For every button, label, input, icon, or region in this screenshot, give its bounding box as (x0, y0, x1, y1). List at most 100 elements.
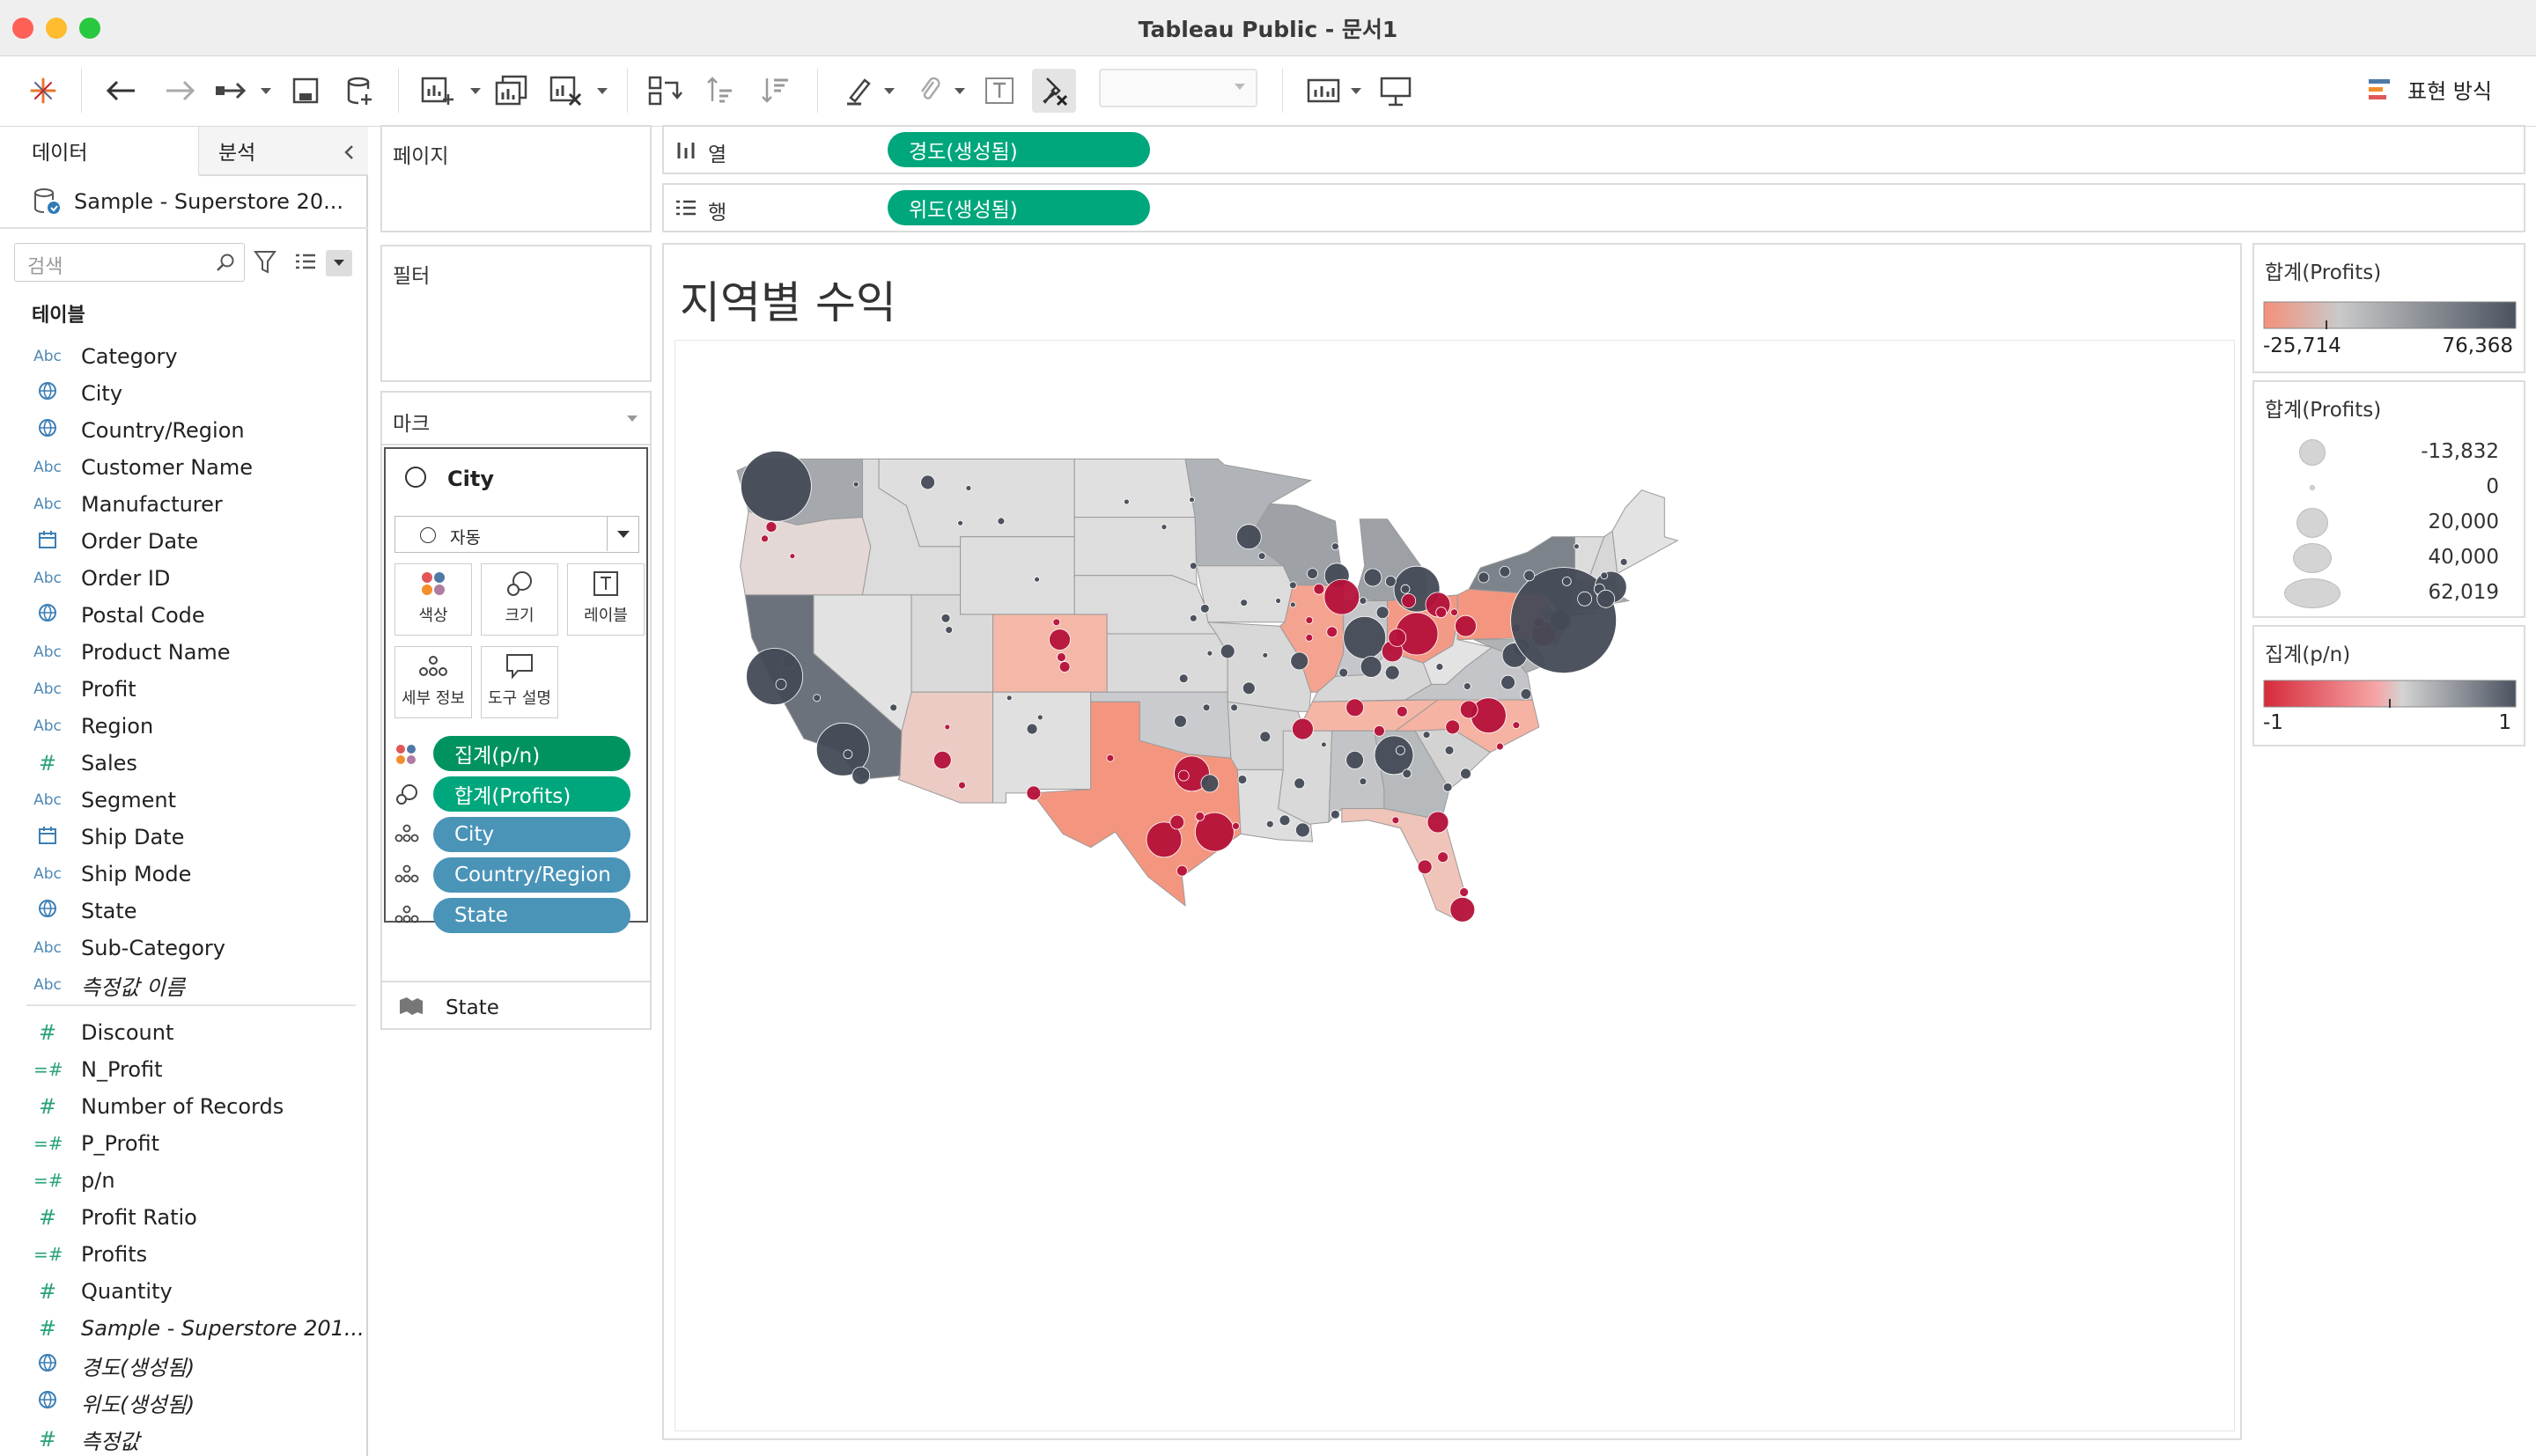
fit-dropdown[interactable] (1099, 69, 1257, 107)
field-category[interactable]: Abc Category (33, 338, 178, 375)
city-mark (1359, 597, 1368, 605)
field-order-date[interactable]: Order Date (33, 523, 198, 560)
save-icon[interactable] (284, 69, 328, 113)
field-manufacturer[interactable]: Abc Manufacturer (33, 486, 223, 523)
field-state[interactable]: State (33, 893, 137, 930)
field-측정값-이름[interactable]: Abc 측정값 이름 (33, 967, 185, 1004)
city-mark (741, 450, 812, 522)
tab-analysis[interactable]: 분석 (199, 127, 368, 176)
redo-icon[interactable] (158, 69, 203, 113)
presentation-mode-icon[interactable] (1374, 69, 1418, 113)
city-mark (1400, 584, 1411, 594)
sort-descending-icon[interactable] (754, 69, 798, 113)
chevron-down-icon[interactable] (470, 88, 481, 94)
field-profit-ratio[interactable]: # Profit Ratio (33, 1199, 197, 1236)
pn-color-legend[interactable]: 집계(p/n) -1 1 (2252, 625, 2525, 746)
tab-data[interactable]: 데이터 (0, 127, 199, 176)
field-sales[interactable]: # Sales (33, 745, 137, 782)
profit-size-legend[interactable]: 합계(Profits) -13,832 0 20,000 40,000 62,019 (2252, 380, 2525, 618)
columns-pill[interactable]: 경도(생성됨) (888, 132, 1150, 167)
size-legend-item: -13,832 (2254, 435, 2518, 470)
field-n-profit[interactable]: =# N_Profit (33, 1051, 163, 1088)
duplicate-sheet-icon[interactable] (490, 69, 534, 113)
search-input[interactable]: 검색 (14, 243, 245, 282)
field-위도-생성됨[interactable]: 위도(생성됨) (33, 1384, 195, 1421)
tooltip-button[interactable]: 도구 설명 (481, 646, 558, 718)
tableau-logo-icon[interactable] (21, 69, 65, 113)
group-members-icon[interactable] (907, 69, 951, 113)
new-worksheet-icon[interactable] (416, 69, 460, 113)
number-type-icon: # (38, 1094, 57, 1119)
field-ship-date[interactable]: Ship Date (33, 819, 184, 856)
field-product-name[interactable]: Abc Product Name (33, 634, 230, 671)
replay-icon[interactable] (211, 69, 255, 113)
chevron-down-icon[interactable] (884, 88, 895, 94)
swap-rows-columns-icon[interactable] (643, 69, 687, 113)
field-profits[interactable]: =# Profits (33, 1236, 147, 1273)
fix-axes-icon[interactable] (1032, 69, 1076, 113)
field-segment[interactable]: Abc Segment (33, 782, 176, 819)
field-sub-category[interactable]: Abc Sub-Category (33, 930, 225, 967)
field-region[interactable]: Abc Region (33, 708, 153, 745)
city-mark (1460, 768, 1471, 780)
city-mark (843, 749, 853, 760)
chevron-down-icon[interactable] (261, 88, 271, 94)
rows-pill[interactable]: 위도(생성됨) (888, 190, 1150, 225)
city-mark (1500, 674, 1515, 690)
color-button[interactable]: 색상 (394, 563, 472, 636)
field-p-profit[interactable]: =# P_Profit (33, 1125, 159, 1162)
list-view-icon[interactable] (294, 252, 317, 273)
columns-shelf[interactable]: 열 경도(생성됨) (662, 125, 2525, 174)
highlight-icon[interactable] (837, 69, 881, 113)
marks-pill-state[interactable]: State (433, 898, 630, 933)
field-profit[interactable]: Abc Profit (33, 671, 136, 708)
field-discount[interactable]: # Discount (33, 1014, 173, 1051)
chevron-down-icon[interactable] (597, 88, 608, 94)
show-labels-icon[interactable] (977, 69, 1021, 113)
mark-type-dropdown[interactable]: 자동 (394, 516, 639, 553)
city-mark (1437, 851, 1449, 864)
clear-sheet-icon[interactable] (544, 69, 588, 113)
sort-ascending-icon[interactable] (699, 69, 743, 113)
field-sample-superstore-201[interactable]: # Sample - Superstore 201... (33, 1310, 365, 1347)
show-cards-icon[interactable] (1301, 69, 1345, 113)
field-customer-name[interactable]: Abc Customer Name (33, 449, 253, 486)
field-경도-생성됨[interactable]: 경도(생성됨) (33, 1347, 195, 1384)
show-me-button[interactable]: 표현 방식 (2367, 74, 2492, 105)
city-mark (1363, 568, 1382, 587)
field-city[interactable]: City (33, 375, 122, 412)
sort-dropdown[interactable] (326, 250, 352, 276)
field-측정값[interactable]: # 측정값 (33, 1421, 139, 1456)
marks-pill-city[interactable]: City (433, 817, 630, 852)
marks-pill-합계-profits[interactable]: 합계(Profits) (433, 776, 630, 812)
field-order-id[interactable]: Abc Order ID (33, 560, 170, 597)
marks-layer-state[interactable]: State (382, 981, 650, 1030)
globe-icon (33, 603, 62, 628)
label-button[interactable]: 레이블 (567, 563, 645, 636)
us-profit-map[interactable] (675, 341, 2236, 1432)
profit-color-legend[interactable]: 합계(Profits) -25,714 76,368 (2252, 243, 2525, 373)
marks-pill-country-region[interactable]: Country/Region (433, 857, 630, 893)
pages-shelf[interactable]: 페이지 (380, 125, 652, 232)
map-container[interactable] (675, 340, 2235, 1431)
state-oregon (740, 511, 872, 596)
filters-shelf[interactable]: 필터 (380, 245, 652, 382)
field-ship-mode[interactable]: Abc Ship Mode (33, 856, 191, 893)
city-mark (1305, 633, 1314, 642)
detail-button[interactable]: 세부 정보 (394, 646, 472, 718)
field-postal-code[interactable]: Postal Code (33, 597, 205, 634)
field-number-of-records[interactable]: # Number of Records (33, 1088, 284, 1125)
field-quantity[interactable]: # Quantity (33, 1273, 173, 1310)
field-p-n[interactable]: =# p/n (33, 1162, 115, 1199)
filter-icon[interactable] (254, 250, 276, 275)
datasource-row[interactable]: Sample - Superstore 20... (0, 176, 368, 229)
chevron-down-icon[interactable] (1351, 88, 1361, 94)
marks-header[interactable]: 마크 (382, 393, 650, 445)
undo-icon[interactable] (99, 69, 143, 113)
size-button[interactable]: 크기 (481, 563, 558, 636)
chevron-down-icon[interactable] (955, 88, 965, 94)
rows-shelf[interactable]: 행 위도(생성됨) (662, 183, 2525, 232)
field-country-region[interactable]: Country/Region (33, 412, 245, 449)
new-datasource-icon[interactable] (338, 69, 382, 113)
marks-pill-집계-p-n[interactable]: 집계(p/n) (433, 736, 630, 771)
